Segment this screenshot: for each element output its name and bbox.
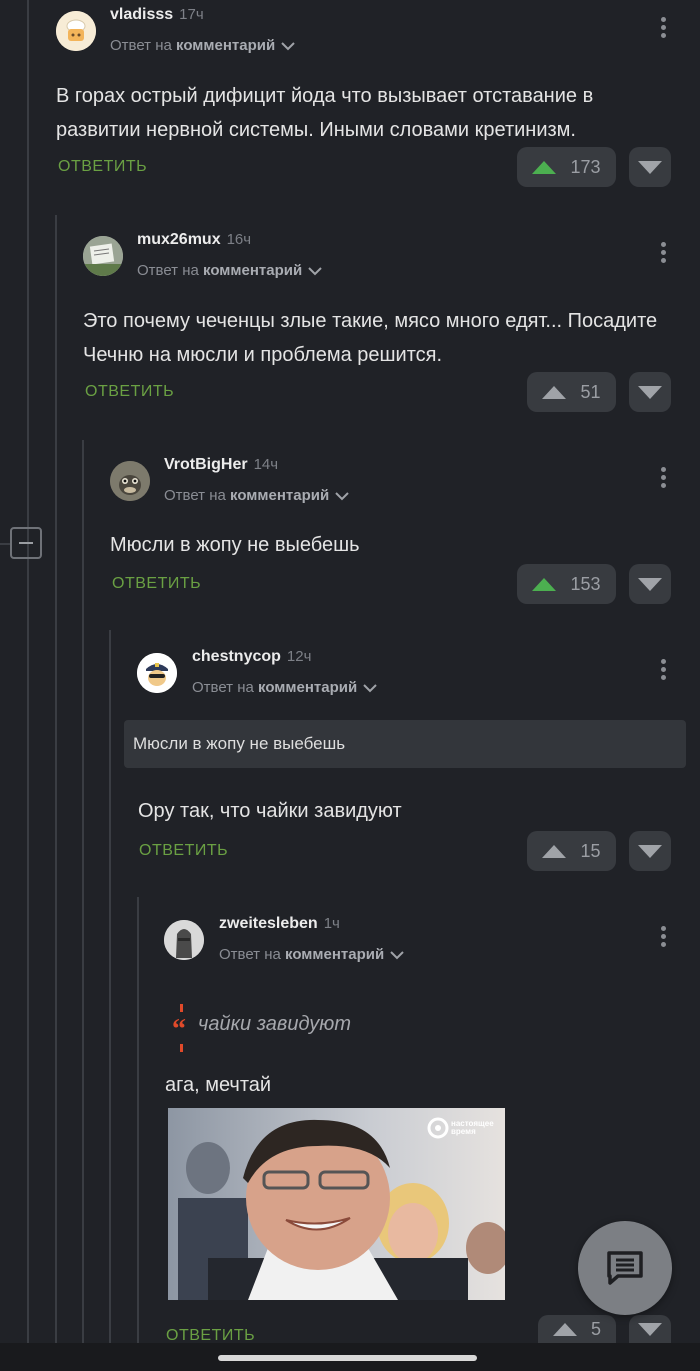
vote-count: 15 [580, 840, 601, 861]
paper-avatar-icon [83, 236, 123, 276]
comment-icon [607, 1251, 643, 1285]
downvote-arrow-icon [638, 577, 662, 591]
statue-avatar-icon [164, 920, 204, 960]
thread-connector [0, 543, 10, 545]
thread-line-2 [55, 215, 57, 1343]
reply-button[interactable]: ОТВЕТИТЬ [85, 383, 174, 401]
comment-text: Ору так, что чайки завидуют [138, 800, 402, 822]
comment-text: ага, мечтай [165, 1074, 272, 1096]
downvote-button[interactable] [629, 1315, 671, 1343]
chevron-down-icon[interactable] [308, 266, 322, 276]
chevron-down-icon[interactable] [363, 683, 377, 693]
upvote-button[interactable]: 51 [527, 372, 616, 412]
image-watermark: настоящее время [451, 1119, 494, 1136]
vote-count: 173 [570, 156, 601, 177]
upvote-arrow-icon [552, 1322, 577, 1336]
vote-count: 153 [570, 573, 601, 594]
comment-text: Мюсли в жопу не выебешь [110, 534, 360, 556]
attached-photo[interactable]: настоящее время [168, 1108, 505, 1300]
comment-text: В горах острый дифицит йода что вызывает… [56, 85, 594, 141]
quote-marker-icon: “ [172, 1004, 186, 1052]
vote-count: 5 [590, 1318, 601, 1339]
avatar[interactable] [110, 461, 150, 501]
downvote-arrow-icon [638, 385, 662, 399]
avatar[interactable] [83, 236, 123, 276]
vote-count: 51 [580, 381, 601, 402]
comment-fab-button[interactable] [578, 1221, 672, 1315]
ostrich-avatar-icon [110, 461, 150, 501]
upvote-arrow-icon [532, 160, 557, 174]
chevron-down-icon[interactable] [335, 491, 349, 501]
more-options-icon[interactable] [661, 17, 667, 41]
more-options-icon[interactable] [661, 926, 667, 950]
downvote-arrow-icon [638, 1322, 662, 1336]
reply-to-link[interactable]: Ответ на комментарий [137, 262, 322, 279]
svg-text:“: “ [172, 1014, 186, 1045]
thread-line-5 [137, 897, 139, 1343]
username[interactable]: vladisss 17ч [110, 6, 204, 24]
upvote-button[interactable]: 15 [527, 831, 616, 871]
avatar[interactable] [137, 653, 177, 693]
chevron-down-icon[interactable] [281, 41, 295, 51]
timestamp: 17ч [179, 6, 204, 23]
inline-quote: чайки завидуют [198, 1013, 352, 1035]
username[interactable]: chestnycop 12ч [192, 648, 311, 666]
upvote-button[interactable]: 5 [538, 1315, 616, 1343]
reply-button[interactable]: ОТВЕТИТЬ [112, 575, 201, 593]
timestamp: 12ч [286, 648, 312, 665]
avatar[interactable] [56, 11, 96, 51]
comment-text: Это почему чеченцы злые такие, мясо мног… [83, 310, 658, 366]
thread-line-1 [27, 0, 29, 1343]
timestamp: 1ч [323, 915, 340, 932]
downvote-button[interactable] [629, 372, 671, 412]
collapse-thread-button[interactable] [10, 527, 42, 559]
reply-to-link[interactable]: Ответ на комментарий [219, 946, 404, 963]
downvote-button[interactable] [629, 831, 671, 871]
upvote-arrow-icon [542, 844, 567, 858]
quoted-text: Мюсли в жопу не выебешь [124, 720, 686, 768]
home-gesture-handle[interactable] [218, 1355, 477, 1361]
upvote-arrow-icon [532, 577, 557, 591]
downvote-arrow-icon [638, 844, 662, 858]
reply-to-link[interactable]: Ответ на комментарий [110, 37, 295, 54]
username[interactable]: zweitesleben 1ч [219, 915, 340, 933]
upvote-button[interactable]: 153 [517, 564, 616, 604]
more-options-icon[interactable] [661, 242, 667, 266]
reply-button[interactable]: ОТВЕТИТЬ [58, 158, 147, 176]
username[interactable]: VrotBigHer 14ч [164, 456, 278, 474]
downvote-button[interactable] [629, 564, 671, 604]
downvote-arrow-icon [638, 160, 662, 174]
photo-image [168, 1108, 505, 1300]
reply-to-link[interactable]: Ответ на комментарий [164, 487, 349, 504]
thread-line-3 [82, 440, 84, 1343]
downvote-button[interactable] [629, 147, 671, 187]
upvote-button[interactable]: 173 [517, 147, 616, 187]
thread-line-4 [109, 630, 111, 1343]
chef-avatar-icon [56, 11, 96, 51]
reply-to-link[interactable]: Ответ на комментарий [192, 679, 377, 696]
reply-button[interactable]: ОТВЕТИТЬ [139, 842, 228, 860]
username[interactable]: mux26mux 16ч [137, 231, 251, 249]
upvote-arrow-icon [542, 385, 567, 399]
avatar[interactable] [164, 920, 204, 960]
more-options-icon[interactable] [661, 467, 667, 491]
timestamp: 14ч [253, 456, 279, 473]
chevron-down-icon[interactable] [390, 950, 404, 960]
timestamp: 16ч [226, 231, 252, 248]
police-avatar-icon [137, 653, 177, 693]
more-options-icon[interactable] [661, 659, 667, 683]
